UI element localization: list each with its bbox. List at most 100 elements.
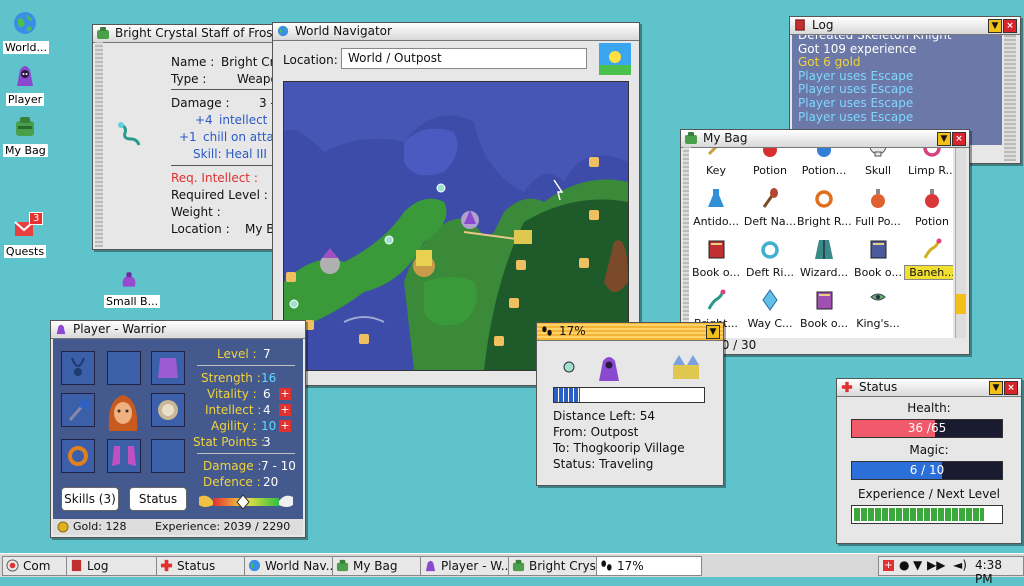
robe-icon bbox=[158, 358, 178, 378]
window-title: Bright Crystal Staff of Frost bbox=[115, 26, 278, 40]
ring-icon bbox=[761, 241, 779, 259]
window-edge bbox=[95, 42, 103, 247]
item-skill: Skill: Heal III bbox=[193, 147, 267, 161]
equip-slot-ring[interactable] bbox=[61, 439, 95, 473]
desktop-icon-label: Player bbox=[5, 93, 45, 106]
travel-progress-bar bbox=[553, 387, 705, 403]
bonus-text: intellect bbox=[219, 113, 268, 127]
navigator-titlebar[interactable]: World Navigator bbox=[273, 23, 639, 41]
minimize-button[interactable]: ▼ bbox=[706, 325, 720, 339]
globe-icon bbox=[6, 559, 19, 572]
divider bbox=[197, 365, 295, 366]
player-titlebar[interactable]: Player - Warrior bbox=[51, 321, 305, 339]
vitality-value: 6 bbox=[263, 387, 271, 401]
bag-titlebar[interactable]: My Bag ▼ × bbox=[681, 130, 969, 148]
add-agility-button[interactable]: + bbox=[279, 420, 291, 432]
desktop-icon-small-bag[interactable]: Small B... bbox=[104, 268, 161, 308]
taskbar-label: My Bag bbox=[353, 559, 398, 573]
desktop-icon-label: Small B... bbox=[104, 295, 161, 308]
travel-titlebar[interactable]: 17% ▼ bbox=[537, 323, 723, 341]
to-row: To: Thogkoorip Village bbox=[553, 441, 685, 455]
location-field[interactable]: World / Outpost bbox=[341, 48, 587, 69]
bag-item[interactable]: Key bbox=[689, 148, 743, 184]
desktop-icon-player[interactable]: Player bbox=[3, 62, 47, 106]
bag-icon bbox=[16, 117, 34, 136]
bag-item[interactable]: Baneh... bbox=[904, 236, 953, 286]
equip-slot-chest[interactable] bbox=[151, 351, 185, 385]
minimize-button[interactable]: ▼ bbox=[937, 132, 951, 146]
equip-slot-boots[interactable] bbox=[107, 439, 141, 473]
route-icons bbox=[563, 355, 699, 381]
log-lines: Defeated Skeleton Knight Got 109 experien… bbox=[792, 35, 1002, 124]
skills-button[interactable]: Skills (3) bbox=[61, 487, 119, 511]
bag-item[interactable]: Deft Na... bbox=[743, 185, 797, 235]
bonus-number: +1 bbox=[179, 130, 197, 144]
travel-status-value: Traveling bbox=[599, 457, 654, 471]
experience-text: Experience: 2039 / 2290 bbox=[155, 520, 291, 533]
bag-item[interactable]: Antido... bbox=[689, 185, 743, 235]
bag-item[interactable]: Wizard... bbox=[797, 236, 851, 286]
bag-item-label: Deft Ri... bbox=[746, 266, 794, 279]
log-line: Player uses Escape bbox=[798, 109, 914, 124]
bag-item[interactable]: Skull bbox=[851, 148, 905, 184]
bag-scrollbar[interactable] bbox=[955, 148, 966, 338]
bag-item[interactable]: Way C... bbox=[743, 287, 797, 337]
health-bar: 36 /65 bbox=[851, 419, 1003, 438]
status-window[interactable]: Status ▼ × Health: 36 /65 Magic: 6 / 10 … bbox=[836, 378, 1022, 544]
close-button[interactable]: × bbox=[1004, 381, 1018, 395]
volume-icon[interactable]: ◄) bbox=[953, 558, 967, 572]
close-button[interactable]: × bbox=[952, 132, 966, 146]
chat-icon[interactable]: ● bbox=[899, 558, 909, 572]
play-icon[interactable]: ▶▶ bbox=[927, 558, 945, 572]
status-titlebar[interactable]: Status ▼ × bbox=[837, 379, 1021, 397]
bag-item[interactable]: Bright R... bbox=[797, 185, 851, 235]
add-vitality-button[interactable]: + bbox=[279, 388, 291, 400]
pin-icon[interactable]: ▼ bbox=[913, 558, 922, 572]
player-window[interactable]: Player - Warrior Skills (3) Status Level… bbox=[50, 320, 306, 538]
log-icon bbox=[71, 559, 82, 572]
bag-icon bbox=[685, 132, 697, 144]
item-req-level-label: Required Level : bbox=[171, 188, 268, 202]
equip-slot-head[interactable] bbox=[107, 351, 141, 385]
bag-item[interactable]: Limp R... bbox=[905, 148, 953, 184]
equip-slot-neck[interactable] bbox=[61, 351, 95, 385]
scrollbar-thumb[interactable] bbox=[956, 294, 966, 314]
minimize-button[interactable]: ▼ bbox=[988, 19, 1002, 33]
bag-item-label: Way C... bbox=[747, 317, 793, 330]
bag-item[interactable]: Book o... bbox=[689, 236, 743, 286]
cross-icon bbox=[160, 559, 173, 572]
bag-item[interactable]: Full Po... bbox=[851, 185, 905, 235]
log-scrollbar[interactable] bbox=[1004, 35, 1016, 161]
bag-item-label: Deft Na... bbox=[743, 215, 797, 228]
bag-item[interactable]: Book o... bbox=[797, 287, 851, 337]
desktop-icon-quests[interactable]: 3 Quests bbox=[3, 212, 47, 258]
add-intellect-button[interactable]: + bbox=[279, 404, 291, 416]
from-label: From: bbox=[553, 425, 587, 439]
bag-item[interactable]: Potion bbox=[905, 185, 953, 235]
bag-item[interactable]: Potion bbox=[743, 148, 797, 184]
health-tray-icon[interactable]: + bbox=[883, 560, 894, 571]
equip-slot-gloves[interactable] bbox=[151, 439, 185, 473]
travel-window[interactable]: 17% ▼ Distance Left: 54 From: Outpost To… bbox=[536, 322, 724, 486]
item-window-titlebar[interactable]: Bright Crystal Staff of Frost bbox=[93, 25, 285, 43]
bag-grid[interactable]: Key Potion Potion... Skull Limp R... Antido..… bbox=[689, 148, 953, 338]
bag-item[interactable]: Deft Ri... bbox=[743, 236, 797, 286]
bag-item[interactable]: Potion... bbox=[797, 148, 851, 184]
agility-value: 10 bbox=[261, 419, 277, 433]
log-titlebar[interactable]: Log ▼ × bbox=[790, 17, 1020, 35]
player-footer: Gold: 128 Experience: 2039 / 2290 bbox=[53, 519, 303, 535]
equip-slot-weapon[interactable] bbox=[61, 393, 95, 427]
to-label: To: bbox=[553, 441, 570, 455]
minimize-button[interactable]: ▼ bbox=[989, 381, 1003, 395]
bag-item[interactable]: Book o... bbox=[851, 236, 905, 286]
bag-item[interactable]: King's... bbox=[851, 287, 905, 337]
item-window[interactable]: Bright Crystal Staff of Frost Name : Bri… bbox=[92, 24, 288, 250]
travel-progress-fill bbox=[554, 388, 580, 402]
desktop-icon-bag[interactable]: My Bag bbox=[3, 113, 48, 157]
desktop-icon-world[interactable]: World... bbox=[3, 10, 50, 54]
close-button[interactable]: × bbox=[1003, 19, 1017, 33]
equip-slot-shield[interactable] bbox=[151, 393, 185, 427]
to-value: Thogkoorip Village bbox=[573, 441, 685, 455]
taskbar-item-travel[interactable]: 17% bbox=[596, 556, 702, 576]
status-button[interactable]: Status bbox=[129, 487, 187, 511]
